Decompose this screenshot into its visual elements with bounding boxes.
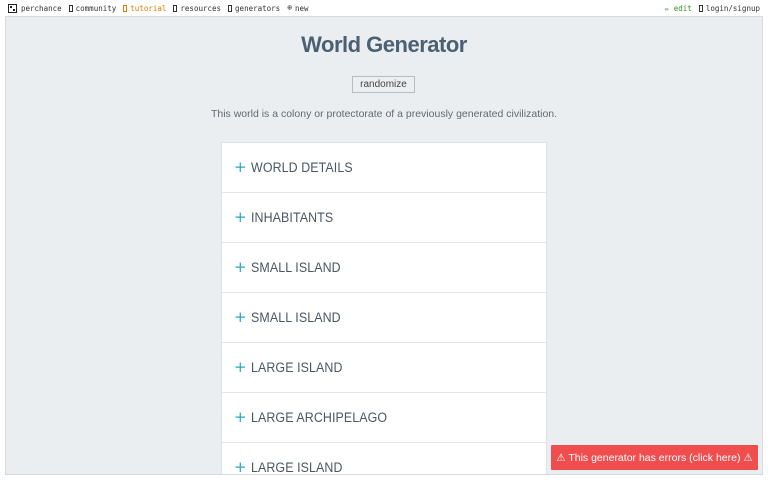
chat-icon [68, 4, 73, 12]
expand-plus-icon: + [234, 158, 247, 176]
nav-tutorial-label: tutorial [130, 3, 167, 13]
nav-new-label: new [295, 3, 309, 13]
die-icon [8, 3, 17, 13]
nav-perchance[interactable]: perchance [8, 3, 62, 13]
edit-label: ✏ edit [664, 3, 692, 13]
expand-plus-icon: + [234, 458, 247, 475]
generator-errors-button[interactable]: ⚠ This generator has errors (click here)… [551, 445, 758, 470]
section-large-island-2[interactable]: + LARGE ISLAND [222, 443, 546, 475]
expand-plus-icon: + [234, 258, 247, 276]
section-inhabitants[interactable]: + INHABITANTS [222, 193, 546, 243]
login-signup-link[interactable]: login/signup [698, 3, 760, 13]
nav-perchance-label: perchance [21, 3, 62, 13]
login-signup-label: login/signup [705, 3, 760, 13]
sections-panel: + WORLD DETAILS + INHABITANTS + SMALL IS… [221, 142, 547, 475]
section-label: LARGE ISLAND [251, 460, 343, 475]
user-icon [698, 4, 703, 12]
world-description: This world is a colony or protectorate o… [210, 108, 558, 120]
section-label: INHABITANTS [251, 210, 334, 225]
list-icon [228, 4, 233, 12]
book-icon [123, 4, 128, 12]
page-title: World Generator [301, 32, 467, 57]
section-label: WORLD DETAILS [251, 160, 353, 175]
expand-plus-icon: + [234, 208, 247, 226]
nav-community-label: community [75, 3, 117, 13]
nav-resources-label: resources [180, 3, 222, 13]
section-large-island-1[interactable]: + LARGE ISLAND [222, 343, 546, 393]
expand-plus-icon: + [234, 308, 247, 326]
generator-frame: World Generator randomize This world is … [5, 16, 763, 475]
top-nav-right: ✏ edit login/signup [665, 4, 768, 13]
section-small-island-1[interactable]: + SMALL ISLAND [222, 243, 546, 293]
section-label: SMALL ISLAND [251, 310, 341, 325]
expand-plus-icon: + [234, 408, 247, 426]
section-large-archipelago[interactable]: + LARGE ARCHIPELAGO [222, 393, 546, 443]
nav-community[interactable]: community [68, 3, 117, 13]
section-label: SMALL ISLAND [251, 260, 341, 275]
section-label: LARGE ARCHIPELAGO [251, 410, 388, 425]
section-world-details[interactable]: + WORLD DETAILS [222, 143, 546, 193]
nav-generators-label: generators [235, 3, 281, 13]
nav-generators[interactable]: generators [228, 4, 280, 13]
section-label: LARGE ISLAND [251, 360, 343, 375]
nav-new[interactable]: ⊕ new [287, 4, 308, 13]
top-nav-left: perchance community tutorial resources g… [0, 3, 316, 13]
section-small-island-2[interactable]: + SMALL ISLAND [222, 293, 546, 343]
expand-plus-icon: + [234, 358, 247, 376]
randomize-button[interactable]: randomize [352, 76, 415, 93]
nav-tutorial[interactable]: tutorial [123, 4, 166, 13]
box-icon [173, 4, 178, 12]
top-nav-bar: perchance community tutorial resources g… [0, 0, 768, 16]
edit-button[interactable]: ✏ edit [665, 4, 692, 13]
nav-resources[interactable]: resources [173, 4, 221, 13]
plus-circle-icon: ⊕ [287, 3, 293, 12]
